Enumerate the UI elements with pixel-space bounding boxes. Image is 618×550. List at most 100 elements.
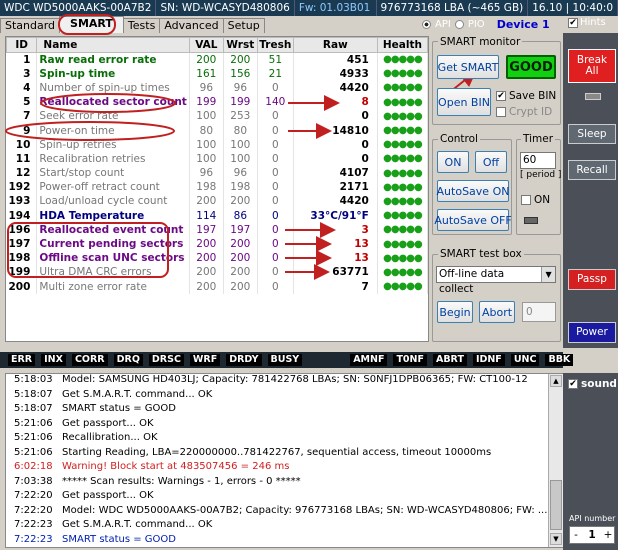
attr-id: 4 [6,80,38,96]
attr-wrst: 199 [223,95,258,110]
attr-wrst: 100 [223,137,258,152]
increment-icon[interactable]: + [602,527,614,543]
decrement-icon[interactable]: - [570,527,582,543]
col-wrst[interactable]: Wrst [222,37,258,53]
smart-status-badge: GOOD [506,55,556,79]
scroll-thumb[interactable] [550,480,562,530]
test-abort-button[interactable]: Abort [479,301,515,323]
attr-health: ●●●●● [377,151,428,166]
tab-standard[interactable]: Standard [0,18,61,33]
autosave-on-button[interactable]: AutoSave ON [437,180,509,202]
attr-health: ●●●●● [377,80,428,96]
table-row[interactable]: 12 Start/stop count 96 96 0 4107 ●●●●● [6,166,428,181]
attr-id: 12 [6,166,38,181]
save-bin-checkbox[interactable]: ✔ [496,91,506,101]
table-row[interactable]: 5 Reallocated sector count 199 199 140 8 ●●●●● [6,95,428,110]
log-entry: 7:22:20 Get passport... OK [6,490,563,505]
table-row[interactable]: 199 Ultra DMA CRC errors 200 200 0 63771 ●●●●● [6,265,428,280]
attr-raw: 4107 [293,166,378,181]
attr-health: ●●●●● [377,194,428,209]
crypt-id-toggle[interactable]: Crypt ID [496,106,552,118]
attr-id: 5 [6,95,38,110]
drive-firmware: Fw: 01.03B01 [295,0,377,16]
attr-name: Power-on time [36,123,190,138]
table-row[interactable]: 198 Offline scan UNC sectors 200 200 0 13 ●●●●… [6,251,428,266]
api-radio[interactable] [422,19,431,29]
table-row[interactable]: 1 Raw read error rate 200 200 51 451 ●●●●● [6,52,428,67]
table-row[interactable]: 10 Spin-up retries 100 100 0 0 ●●●●● [6,137,428,152]
test-begin-button[interactable]: Begin [437,301,473,323]
table-row[interactable]: 3 Spin-up time 161 156 21 4933 ●●●●● [6,66,428,81]
test-type-select[interactable]: Off-line data collect ▼ [436,266,556,295]
log-time: 5:18:07 [14,403,53,414]
attr-name: Ultra DMA CRC errors [36,265,190,280]
attr-tresh: 0 [257,208,294,223]
attr-wrst: 200 [223,194,258,209]
attr-val: 200 [189,265,224,280]
clock: 16.10 | 10:40:0 [528,0,618,16]
recall-button[interactable]: Recall [568,160,616,180]
attr-val: 200 [189,194,224,209]
chevron-down-icon[interactable]: ▼ [541,267,555,282]
status-flag-corr: CORR [71,354,108,366]
ata-status-bar: ERR INX CORR DRQ DRSC WRF DRDY BUSY AMNF T0NF ABRT… [0,352,574,368]
sound-toggle[interactable]: ✔ sound [568,378,617,390]
power-button[interactable]: Power [568,322,616,343]
api-number-spinner[interactable]: - 1 + [569,526,615,544]
log-time: 5:21:06 [14,432,53,443]
col-id[interactable]: ID [6,37,38,53]
sound-checkbox[interactable]: ✔ [568,379,578,389]
attr-tresh: 0 [257,236,294,252]
open-bin-button[interactable]: Open BIN [437,88,491,116]
scroll-down-icon[interactable]: ▼ [550,533,562,545]
table-row[interactable]: 194 HDA Temperature 114 86 0 33°C/91°F ●●●●● [6,208,428,223]
attr-health: ●●●●● [377,251,428,266]
tab-setup[interactable]: Setup [222,18,265,33]
col-val[interactable]: VAL [188,37,224,53]
attr-name: Number of spin-up times [36,80,190,96]
get-smart-button[interactable]: Get SMART [437,55,499,79]
table-row[interactable]: 193 Load/unload cycle count 200 200 0 4420 ●●●… [6,194,428,209]
col-tresh[interactable]: Tresh [256,37,294,53]
log-entry: 7:22:23 Get S.M.A.R.T. command... OK [6,519,563,534]
attr-health: ●●●●● [377,265,428,280]
status-flag-unc: UNC [510,354,540,366]
table-row[interactable]: 7 Seek error rate 100 253 0 0 ●●●●● [6,109,428,124]
break-all-button[interactable]: Break All [568,49,616,83]
log-message: SMART status = GOOD [62,533,176,545]
table-row[interactable]: 196 Reallocated event count 197 197 0 3 ●●●●● [6,222,428,237]
attr-raw: 2171 [293,180,378,195]
timer-on-toggle[interactable]: ON [521,194,550,206]
tab-tests[interactable]: Tests [122,18,161,33]
table-row[interactable]: 4 Number of spin-up times 96 96 0 4420 ●●●●● [6,80,428,96]
hints-checkbox[interactable]: ✔ [568,17,578,28]
crypt-id-checkbox[interactable] [496,107,506,117]
timer-on-checkbox[interactable] [521,195,531,205]
log-entry: 7:03:38 ***** Scan results: Warnings - 1,… [6,476,563,491]
table-row[interactable]: 197 Current pending sectors 200 200 0 13 ●●●●● [6,236,428,252]
log-scrollbar[interactable]: ▲ ▼ [548,374,563,547]
attr-tresh: 0 [257,80,294,96]
attr-name: Reallocated sector count [36,95,190,110]
autosave-off-button[interactable]: AutoSave OFF [434,209,512,231]
passp-button[interactable]: Passp [568,269,616,290]
control-off-button[interactable]: Off [475,151,507,173]
hints-toggle[interactable]: ✔ Hints [568,17,606,28]
log-message: Get passport... OK [62,417,154,429]
table-row[interactable]: 9 Power-on time 80 80 0 14810 ●●●●● [6,123,428,138]
control-on-button[interactable]: ON [437,151,469,173]
log-message: ***** Scan results: Warnings - 1, errors… [62,475,301,487]
pio-radio[interactable] [454,19,464,29]
col-raw[interactable]: Raw [292,37,378,53]
col-name[interactable]: Name [36,37,190,53]
save-bin-toggle[interactable]: ✔ Save BIN [496,90,556,102]
scroll-up-icon[interactable]: ▲ [550,375,562,387]
sleep-button[interactable]: Sleep [568,124,616,144]
tab-advanced[interactable]: Advanced [159,18,224,33]
table-row[interactable]: 200 Multi zone error rate 200 200 0 7 ●●●●● [6,279,428,294]
table-row[interactable]: 192 Power-off retract count 198 198 0 2171 ●●●… [6,180,428,195]
attr-health: ●●●●● [377,279,428,294]
timer-input[interactable]: 60 [520,152,556,169]
col-health[interactable]: Health [376,37,428,53]
table-row[interactable]: 11 Recalibration retries 100 100 0 0 ●●●●● [6,151,428,166]
